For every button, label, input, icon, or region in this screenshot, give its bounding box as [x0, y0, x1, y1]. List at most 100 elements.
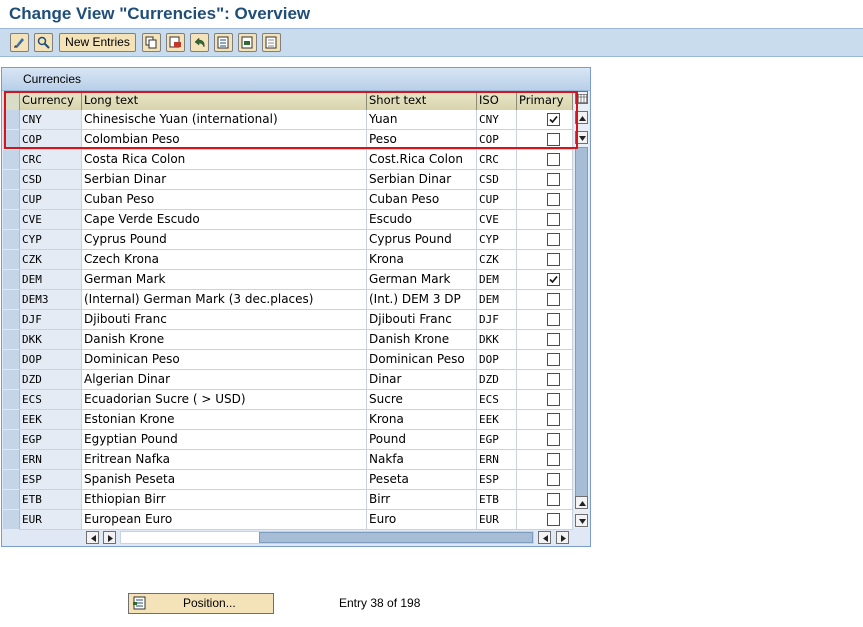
primary-checkbox[interactable]: [547, 433, 560, 446]
position-button[interactable]: Position...: [128, 593, 274, 614]
cell-short-text[interactable]: Yuan: [367, 110, 477, 130]
undo-icon[interactable]: [190, 33, 209, 52]
cell-currency[interactable]: CUP: [20, 190, 82, 210]
table-row[interactable]: EEK Estonian Krone Krona EEK: [3, 410, 573, 430]
cell-currency[interactable]: CZK: [20, 250, 82, 270]
table-row[interactable]: CVE Cape Verde Escudo Escudo CVE: [3, 210, 573, 230]
row-selector[interactable]: [3, 310, 20, 330]
cell-iso[interactable]: ERN: [477, 450, 517, 470]
table-row[interactable]: ETB Ethiopian Birr Birr ETB: [3, 490, 573, 510]
primary-checkbox[interactable]: [547, 233, 560, 246]
table-row[interactable]: CNY Chinesische Yuan (international) Yuan C…: [3, 110, 573, 130]
cell-long-text[interactable]: Colombian Peso: [82, 130, 367, 150]
cell-currency[interactable]: CYP: [20, 230, 82, 250]
cell-currency[interactable]: DEM3: [20, 290, 82, 310]
scroll-page-up-icon[interactable]: [575, 496, 588, 509]
cell-iso[interactable]: EUR: [477, 510, 517, 530]
table-settings-icon[interactable]: [575, 91, 588, 104]
cell-short-text[interactable]: Sucre: [367, 390, 477, 410]
cell-long-text[interactable]: Dominican Peso: [82, 350, 367, 370]
primary-checkbox[interactable]: [547, 453, 560, 466]
table-row[interactable]: DOP Dominican Peso Dominican Peso DOP: [3, 350, 573, 370]
row-selector[interactable]: [3, 390, 20, 410]
cell-short-text[interactable]: Birr: [367, 490, 477, 510]
cell-long-text[interactable]: Serbian Dinar: [82, 170, 367, 190]
table-row[interactable]: DEM German Mark German Mark DEM: [3, 270, 573, 290]
cell-currency[interactable]: EEK: [20, 410, 82, 430]
row-selector[interactable]: [3, 210, 20, 230]
cell-short-text[interactable]: Cost.Rica Colon: [367, 150, 477, 170]
cell-currency[interactable]: ETB: [20, 490, 82, 510]
primary-checkbox[interactable]: [547, 333, 560, 346]
cell-long-text[interactable]: Cuban Peso: [82, 190, 367, 210]
cell-iso[interactable]: DEM: [477, 290, 517, 310]
cell-long-text[interactable]: Danish Krone: [82, 330, 367, 350]
cell-long-text[interactable]: Ethiopian Birr: [82, 490, 367, 510]
row-selector[interactable]: [3, 450, 20, 470]
cell-iso[interactable]: CRC: [477, 150, 517, 170]
cell-iso[interactable]: CZK: [477, 250, 517, 270]
cell-iso[interactable]: DKK: [477, 330, 517, 350]
select-all-rows-button[interactable]: [3, 91, 20, 110]
scroll-left-icon[interactable]: [86, 531, 99, 544]
cell-currency[interactable]: ECS: [20, 390, 82, 410]
cell-long-text[interactable]: Czech Krona: [82, 250, 367, 270]
table-row[interactable]: CUP Cuban Peso Cuban Peso CUP: [3, 190, 573, 210]
primary-checkbox[interactable]: [547, 133, 560, 146]
row-selector[interactable]: [3, 430, 20, 450]
cell-long-text[interactable]: German Mark: [82, 270, 367, 290]
cell-long-text[interactable]: Spanish Peseta: [82, 470, 367, 490]
primary-checkbox[interactable]: [547, 153, 560, 166]
table-row[interactable]: COP Colombian Peso Peso COP: [3, 130, 573, 150]
cell-short-text[interactable]: Serbian Dinar: [367, 170, 477, 190]
find-icon[interactable]: [34, 33, 53, 52]
primary-checkbox[interactable]: [547, 413, 560, 426]
row-selector[interactable]: [3, 190, 20, 210]
row-selector[interactable]: [3, 350, 20, 370]
cell-long-text[interactable]: Egyptian Pound: [82, 430, 367, 450]
table-row[interactable]: ESP Spanish Peseta Peseta ESP: [3, 470, 573, 490]
row-selector[interactable]: [3, 410, 20, 430]
cell-short-text[interactable]: Escudo: [367, 210, 477, 230]
cell-short-text[interactable]: Krona: [367, 410, 477, 430]
cell-iso[interactable]: ESP: [477, 470, 517, 490]
scroll-left-end-icon[interactable]: [538, 531, 551, 544]
cell-short-text[interactable]: Djibouti Franc: [367, 310, 477, 330]
cell-currency[interactable]: ESP: [20, 470, 82, 490]
deselect-all-icon[interactable]: [262, 33, 281, 52]
primary-checkbox[interactable]: [547, 313, 560, 326]
primary-checkbox[interactable]: [547, 293, 560, 306]
cell-iso[interactable]: CUP: [477, 190, 517, 210]
cell-iso[interactable]: CNY: [477, 110, 517, 130]
cell-iso[interactable]: COP: [477, 130, 517, 150]
primary-checkbox[interactable]: [547, 373, 560, 386]
scroll-down-icon[interactable]: [575, 514, 588, 527]
table-row[interactable]: DJF Djibouti Franc Djibouti Franc DJF: [3, 310, 573, 330]
table-row[interactable]: CSD Serbian Dinar Serbian Dinar CSD: [3, 170, 573, 190]
cell-currency[interactable]: DKK: [20, 330, 82, 350]
cell-short-text[interactable]: German Mark: [367, 270, 477, 290]
primary-checkbox[interactable]: [547, 393, 560, 406]
vertical-scrollbar[interactable]: [574, 91, 589, 528]
cell-short-text[interactable]: Danish Krone: [367, 330, 477, 350]
column-header-iso[interactable]: ISO: [477, 91, 517, 110]
table-row[interactable]: CYP Cyprus Pound Cyprus Pound CYP: [3, 230, 573, 250]
table-row[interactable]: ERN Eritrean Nafka Nakfa ERN: [3, 450, 573, 470]
cell-long-text[interactable]: Eritrean Nafka: [82, 450, 367, 470]
cell-long-text[interactable]: Cyprus Pound: [82, 230, 367, 250]
select-all-icon[interactable]: [214, 33, 233, 52]
primary-checkbox[interactable]: [547, 173, 560, 186]
cell-currency[interactable]: CSD: [20, 170, 82, 190]
scroll-right-end-icon[interactable]: [556, 531, 569, 544]
cell-long-text[interactable]: Algerian Dinar: [82, 370, 367, 390]
primary-checkbox[interactable]: [547, 253, 560, 266]
row-selector[interactable]: [3, 250, 20, 270]
cell-long-text[interactable]: Cape Verde Escudo: [82, 210, 367, 230]
cell-currency[interactable]: CRC: [20, 150, 82, 170]
cell-long-text[interactable]: Estonian Krone: [82, 410, 367, 430]
cell-long-text[interactable]: Djibouti Franc: [82, 310, 367, 330]
cell-short-text[interactable]: Krona: [367, 250, 477, 270]
cell-short-text[interactable]: Cuban Peso: [367, 190, 477, 210]
primary-checkbox[interactable]: [547, 213, 560, 226]
scroll-page-down-icon[interactable]: [575, 131, 588, 144]
